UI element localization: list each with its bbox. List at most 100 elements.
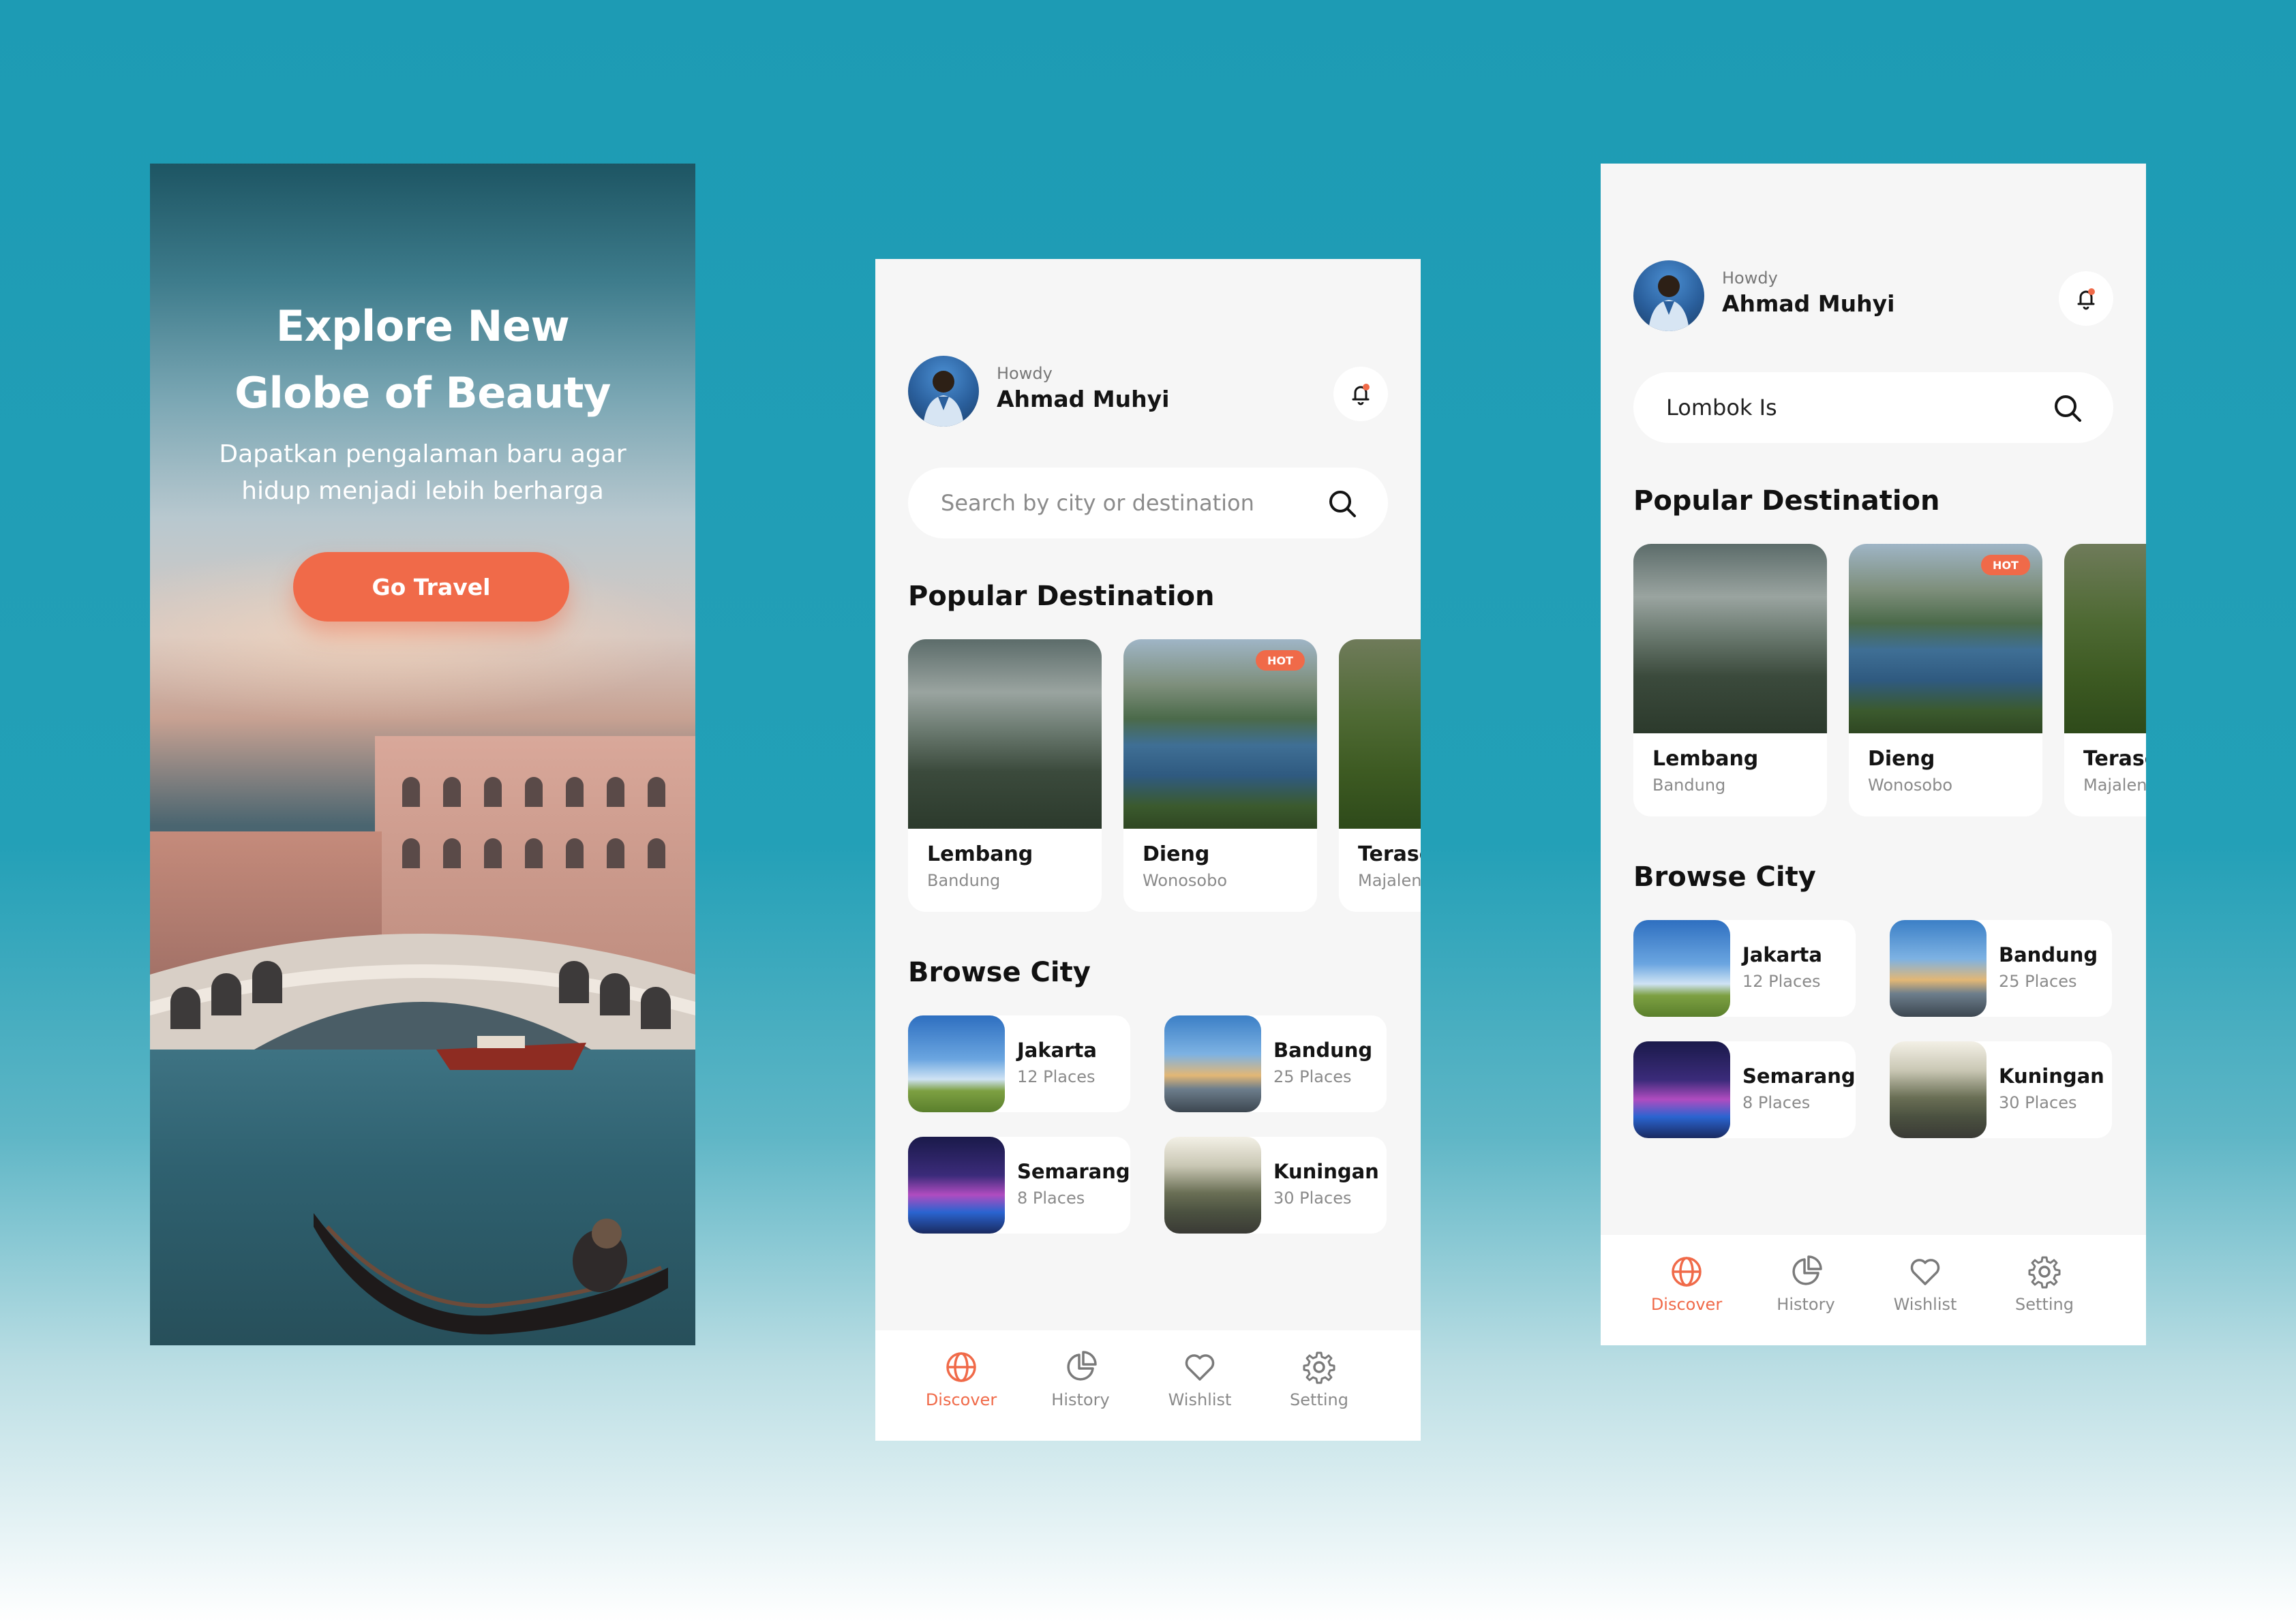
building-window	[607, 838, 624, 868]
popular-destination-list: Lembang Bandung HOT Dieng Wonosobo Teras…	[908, 639, 1421, 912]
city-name: Semarang	[1017, 1160, 1130, 1183]
city-place-count: 12 Places	[1742, 972, 1821, 991]
go-travel-button[interactable]: Go Travel	[293, 552, 569, 622]
nav-label: History	[1051, 1390, 1110, 1409]
user-name: Ahmad Muhyi	[997, 386, 1170, 412]
user-header: Howdy Ahmad Muhyi	[1633, 260, 2113, 335]
nav-setting[interactable]: Setting	[1997, 1254, 2092, 1314]
nav-history[interactable]: History	[1758, 1254, 1854, 1314]
nav-setting[interactable]: Setting	[1271, 1349, 1367, 1409]
city-place-count: 30 Places	[1999, 1093, 2077, 1112]
city-card-kuningan[interactable]: Kuningan 30 Places	[1164, 1137, 1387, 1234]
hot-badge: HOT	[1981, 555, 2030, 575]
building-window	[648, 838, 665, 868]
city-name: Kuningan	[1273, 1160, 1379, 1183]
destination-image	[908, 639, 1102, 829]
destination-card[interactable]: HOT Dieng Wonosobo	[1123, 639, 1317, 912]
globe-icon	[946, 1352, 976, 1382]
browse-city-title: Browse City	[908, 957, 1091, 988]
splash-title-line1: Explore New	[275, 301, 570, 351]
building-window	[525, 777, 543, 807]
heart-icon	[1910, 1259, 1940, 1285]
home-screen: Howdy Ahmad Muhyi Popular Destination Le…	[875, 259, 1421, 1441]
city-card-bandung[interactable]: Bandung 25 Places	[1890, 920, 2112, 1017]
search-icon[interactable]	[2052, 393, 2083, 424]
browse-city-title: Browse City	[1633, 861, 1816, 893]
city-card-semarang[interactable]: Semarang 8 Places	[1633, 1041, 1856, 1138]
splash-subtitle-line2: hidup menjadi lebih berharga	[241, 477, 604, 505]
nav-label: Discover	[1650, 1295, 1723, 1314]
search-bar	[1633, 372, 2113, 443]
gondola-image	[314, 1213, 668, 1335]
city-image	[1164, 1137, 1261, 1234]
city-card-kuningan[interactable]: Kuningan 30 Places	[1890, 1041, 2112, 1138]
avatar[interactable]	[1633, 260, 1704, 331]
city-image	[1633, 920, 1730, 1017]
city-image	[1633, 1041, 1730, 1138]
city-image	[908, 1137, 1005, 1234]
gear-icon	[1303, 1351, 1335, 1384]
gear-icon	[2028, 1256, 2061, 1289]
pie-chart-icon	[1792, 1255, 1822, 1285]
building-window	[484, 777, 502, 807]
destination-location: Majalen	[2083, 776, 2146, 795]
nav-label: Wishlist	[1893, 1295, 1957, 1314]
splash-subtitle-line1: Dapatkan pengalaman baru agar	[219, 440, 626, 468]
city-card-semarang[interactable]: Semarang 8 Places	[908, 1137, 1130, 1234]
splash-title: Explore New Globe of Beauty	[150, 293, 695, 427]
destination-card[interactable]: HOT Dieng Wonosobo	[1849, 544, 2042, 816]
city-place-count: 12 Places	[1017, 1067, 1096, 1086]
nav-label: Setting	[1290, 1390, 1348, 1409]
greeting-text: Howdy	[997, 364, 1053, 383]
nav-label: Wishlist	[1168, 1390, 1232, 1409]
nav-discover[interactable]: Discover	[913, 1349, 1009, 1409]
nav-label: Setting	[2015, 1295, 2074, 1314]
destination-card[interactable]: Lembang Bandung	[908, 639, 1102, 912]
destination-card[interactable]: Terase Majalen	[1339, 639, 1421, 912]
browse-city-grid: Jakarta 12 Places Bandung 25 Places Sema…	[1633, 920, 2113, 1138]
building-window	[443, 777, 461, 807]
destination-name: Dieng	[1868, 747, 1935, 771]
city-name: Semarang	[1742, 1065, 1856, 1088]
notification-button[interactable]	[1333, 367, 1388, 421]
city-image	[1164, 1015, 1261, 1112]
user-name: Ahmad Muhyi	[1722, 290, 1895, 317]
rialto-bridge-image	[150, 934, 695, 1063]
bottom-navigation: Discover History Wishlist Setting	[1601, 1235, 2146, 1345]
building-window	[607, 777, 624, 807]
nav-label: History	[1777, 1295, 1835, 1314]
search-input[interactable]	[941, 485, 1295, 521]
bell-icon	[2077, 288, 2095, 310]
magnifier-glyph	[1329, 491, 1356, 517]
city-name: Bandung	[1999, 943, 2098, 966]
destination-location: Wonosobo	[1868, 776, 1953, 795]
city-card-jakarta[interactable]: Jakarta 12 Places	[908, 1015, 1130, 1112]
city-place-count: 25 Places	[1273, 1067, 1352, 1086]
city-card-bandung[interactable]: Bandung 25 Places	[1164, 1015, 1387, 1112]
nav-discover[interactable]: Discover	[1639, 1254, 1734, 1314]
search-screen: Howdy Ahmad Muhyi Popular Destination Le…	[1601, 164, 2146, 1345]
nav-wishlist[interactable]: Wishlist	[1152, 1349, 1248, 1409]
city-name: Kuningan	[1999, 1065, 2104, 1088]
search-icon[interactable]	[1327, 488, 1358, 519]
destination-image	[2064, 544, 2146, 733]
destination-card[interactable]: Terase Majalen	[2064, 544, 2146, 816]
destination-card[interactable]: Lembang Bandung	[1633, 544, 1827, 816]
nav-label: Discover	[925, 1390, 997, 1409]
city-card-jakarta[interactable]: Jakarta 12 Places	[1633, 920, 1856, 1017]
city-place-count: 25 Places	[1999, 972, 2077, 991]
city-name: Jakarta	[1017, 1039, 1097, 1062]
destination-location: Majalen	[1358, 871, 1421, 890]
popular-destination-title: Popular Destination	[908, 581, 1215, 612]
splash-screen: Explore New Globe of Beauty Dapatkan pen…	[150, 164, 695, 1345]
nav-wishlist[interactable]: Wishlist	[1877, 1254, 1973, 1314]
notification-button[interactable]	[2059, 271, 2113, 326]
bell-icon	[1352, 384, 1370, 406]
nav-history[interactable]: History	[1033, 1349, 1128, 1409]
avatar[interactable]	[908, 356, 979, 427]
city-place-count: 8 Places	[1742, 1093, 1811, 1112]
destination-name: Dieng	[1143, 842, 1210, 866]
search-input[interactable]	[1666, 390, 2021, 425]
destination-location: Bandung	[1652, 776, 1726, 795]
destination-name: Lembang	[927, 842, 1033, 866]
